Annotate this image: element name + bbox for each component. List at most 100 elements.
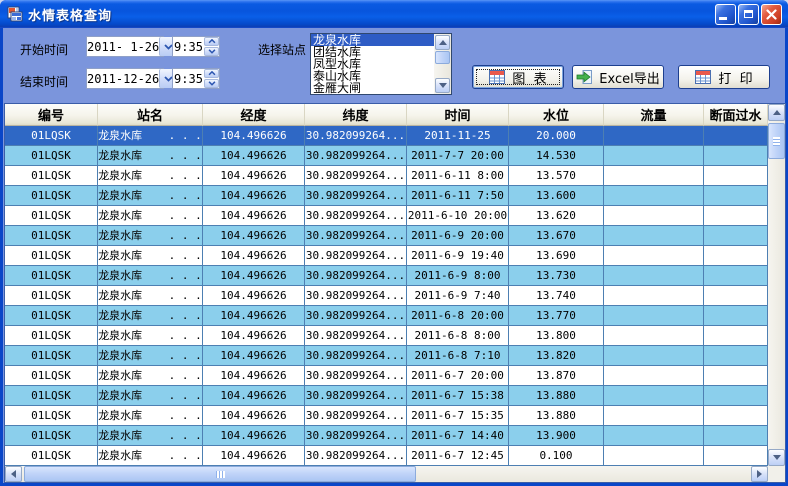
end-date-picker[interactable]: 2011-12-26 — [86, 68, 164, 89]
table-cell — [604, 326, 704, 346]
column-header[interactable]: 编号 — [5, 104, 98, 126]
chevron-down-icon — [208, 49, 216, 54]
grid-scroll-left-button[interactable] — [5, 466, 22, 482]
listbox-scroll-thumb[interactable] — [435, 51, 450, 64]
grid-body: 01LQSK龙泉水库 . . .104.49662630.982099264..… — [5, 126, 768, 466]
arrow-up-icon — [773, 110, 781, 115]
start-date-picker[interactable]: 2011- 1-26 — [86, 36, 164, 57]
start-time-down-button[interactable] — [204, 47, 219, 56]
table-cell: 2011-6-7 15:38 — [407, 386, 509, 406]
table-cell: 30.982099264... — [305, 126, 407, 146]
arrow-left-icon — [11, 470, 16, 478]
table-cell: 2011-7-7 20:00 — [407, 146, 509, 166]
column-header[interactable]: 站名 — [98, 104, 203, 126]
table-cell: 2011-6-10 20:00 — [407, 206, 509, 226]
station-list-items: 龙泉水库团结水库凤型水库泰山水库金雁大闸 — [311, 34, 434, 94]
table-row[interactable]: 01LQSK龙泉水库 . . .104.49662630.982099264..… — [5, 146, 768, 166]
table-cell: 13.740 — [509, 286, 604, 306]
arrow-down-icon — [773, 455, 781, 460]
table-cell: 2011-6-8 8:00 — [407, 326, 509, 346]
table-row[interactable]: 01LQSK龙泉水库 . . .104.49662630.982099264..… — [5, 306, 768, 326]
start-date-value: 2011- 1-26 — [87, 40, 159, 54]
table-cell — [604, 266, 704, 286]
grid-scroll-down-button[interactable] — [768, 449, 785, 466]
listbox-item[interactable]: 金雁大闸 — [311, 82, 434, 94]
table-cell: 龙泉水库 . . . — [98, 126, 203, 146]
table-row[interactable]: 01LQSK龙泉水库 . . .104.49662630.982099264..… — [5, 206, 768, 226]
table-cell: 龙泉水库 . . . — [98, 246, 203, 266]
maximize-button[interactable] — [738, 4, 759, 25]
table-cell: 30.982099264... — [305, 346, 407, 366]
grid-horizontal-scrollbar[interactable] — [5, 466, 768, 482]
close-button[interactable] — [761, 4, 782, 25]
grid-header: 编号站名经度纬度时间水位流量断面过水 — [5, 104, 768, 126]
minimize-button[interactable] — [715, 4, 736, 25]
start-time-spinner-field[interactable]: 9:35 — [172, 36, 220, 57]
start-time-up-button[interactable] — [204, 37, 219, 46]
excel-export-button[interactable]: Excel导出 — [572, 65, 664, 89]
grid-scroll-right-button[interactable] — [751, 466, 768, 482]
table-row[interactable]: 01LQSK龙泉水库 . . .104.49662630.982099264..… — [5, 446, 768, 466]
table-cell: 龙泉水库 . . . — [98, 166, 203, 186]
column-header[interactable]: 水位 — [509, 104, 604, 126]
table-cell: 104.496626 — [203, 206, 305, 226]
table-cell: 30.982099264... — [305, 426, 407, 446]
table-cell — [604, 226, 704, 246]
thumb-grip — [216, 471, 225, 478]
listbox-scrollbar[interactable] — [434, 34, 451, 94]
grid-scroll-up-button[interactable] — [768, 104, 785, 121]
table-cell: 01LQSK — [5, 326, 98, 346]
column-header[interactable]: 经度 — [203, 104, 305, 126]
table-row[interactable]: 01LQSK龙泉水库 . . .104.49662630.982099264..… — [5, 226, 768, 246]
column-header[interactable]: 纬度 — [305, 104, 407, 126]
table-cell: 14.530 — [509, 146, 604, 166]
listbox-scroll-down-button[interactable] — [435, 78, 450, 93]
table-row[interactable]: 01LQSK龙泉水库 . . .104.49662630.982099264..… — [5, 386, 768, 406]
chart-button[interactable]: 图 表 — [472, 65, 564, 89]
table-cell: 30.982099264... — [305, 186, 407, 206]
table-row[interactable]: 01LQSK龙泉水库 . . .104.49662630.982099264..… — [5, 406, 768, 426]
table-row[interactable]: 01LQSK龙泉水库 . . .104.49662630.982099264..… — [5, 326, 768, 346]
table-row[interactable]: 01LQSK龙泉水库 . . .104.49662630.982099264..… — [5, 426, 768, 446]
table-row[interactable]: 01LQSK龙泉水库 . . .104.49662630.982099264..… — [5, 166, 768, 186]
app-form-icon — [7, 6, 23, 22]
table-cell — [604, 306, 704, 326]
table-cell: 20.000 — [509, 126, 604, 146]
thumb-grip — [773, 137, 780, 146]
station-listbox[interactable]: 龙泉水库团结水库凤型水库泰山水库金雁大闸 — [310, 33, 452, 95]
column-header[interactable]: 时间 — [407, 104, 509, 126]
column-header[interactable]: 流量 — [604, 104, 704, 126]
grid-hscroll-thumb[interactable] — [24, 466, 416, 482]
table-cell — [604, 346, 704, 366]
table-row[interactable]: 01LQSK龙泉水库 . . .104.49662630.982099264..… — [5, 366, 768, 386]
table-cell — [704, 446, 768, 466]
table-row[interactable]: 01LQSK龙泉水库 . . .104.49662630.982099264..… — [5, 286, 768, 306]
table-cell: 2011-6-7 12:45 — [407, 446, 509, 466]
table-cell: 13.570 — [509, 166, 604, 186]
end-time-up-button[interactable] — [204, 69, 219, 78]
table-cell — [604, 186, 704, 206]
table-cell: 01LQSK — [5, 386, 98, 406]
table-cell: 104.496626 — [203, 306, 305, 326]
end-time-down-button[interactable] — [204, 79, 219, 88]
table-cell: 13.770 — [509, 306, 604, 326]
table-cell: 2011-6-8 20:00 — [407, 306, 509, 326]
column-header[interactable]: 断面过水 — [704, 104, 768, 126]
print-button[interactable]: 打 印 — [678, 65, 770, 89]
close-icon — [766, 9, 777, 20]
table-cell: 2011-6-11 8:00 — [407, 166, 509, 186]
grid-vertical-scrollbar[interactable] — [768, 104, 785, 466]
table-row[interactable]: 01LQSK龙泉水库 . . .104.49662630.982099264..… — [5, 186, 768, 206]
table-row[interactable]: 01LQSK龙泉水库 . . .104.49662630.982099264..… — [5, 266, 768, 286]
chart-button-label: 图 表 — [512, 68, 546, 87]
listbox-scroll-up-button[interactable] — [435, 35, 450, 50]
table-row[interactable]: 01LQSK龙泉水库 . . .104.49662630.982099264..… — [5, 346, 768, 366]
table-row[interactable]: 01LQSK龙泉水库 . . .104.49662630.982099264..… — [5, 126, 768, 146]
table-cell: 01LQSK — [5, 306, 98, 326]
table-row[interactable]: 01LQSK龙泉水库 . . .104.49662630.982099264..… — [5, 246, 768, 266]
table-cell: 01LQSK — [5, 126, 98, 146]
end-time-spinner-field[interactable]: 9:35 — [172, 68, 220, 89]
table-cell — [704, 246, 768, 266]
grid-vscroll-thumb[interactable] — [768, 123, 785, 159]
table-cell — [604, 126, 704, 146]
